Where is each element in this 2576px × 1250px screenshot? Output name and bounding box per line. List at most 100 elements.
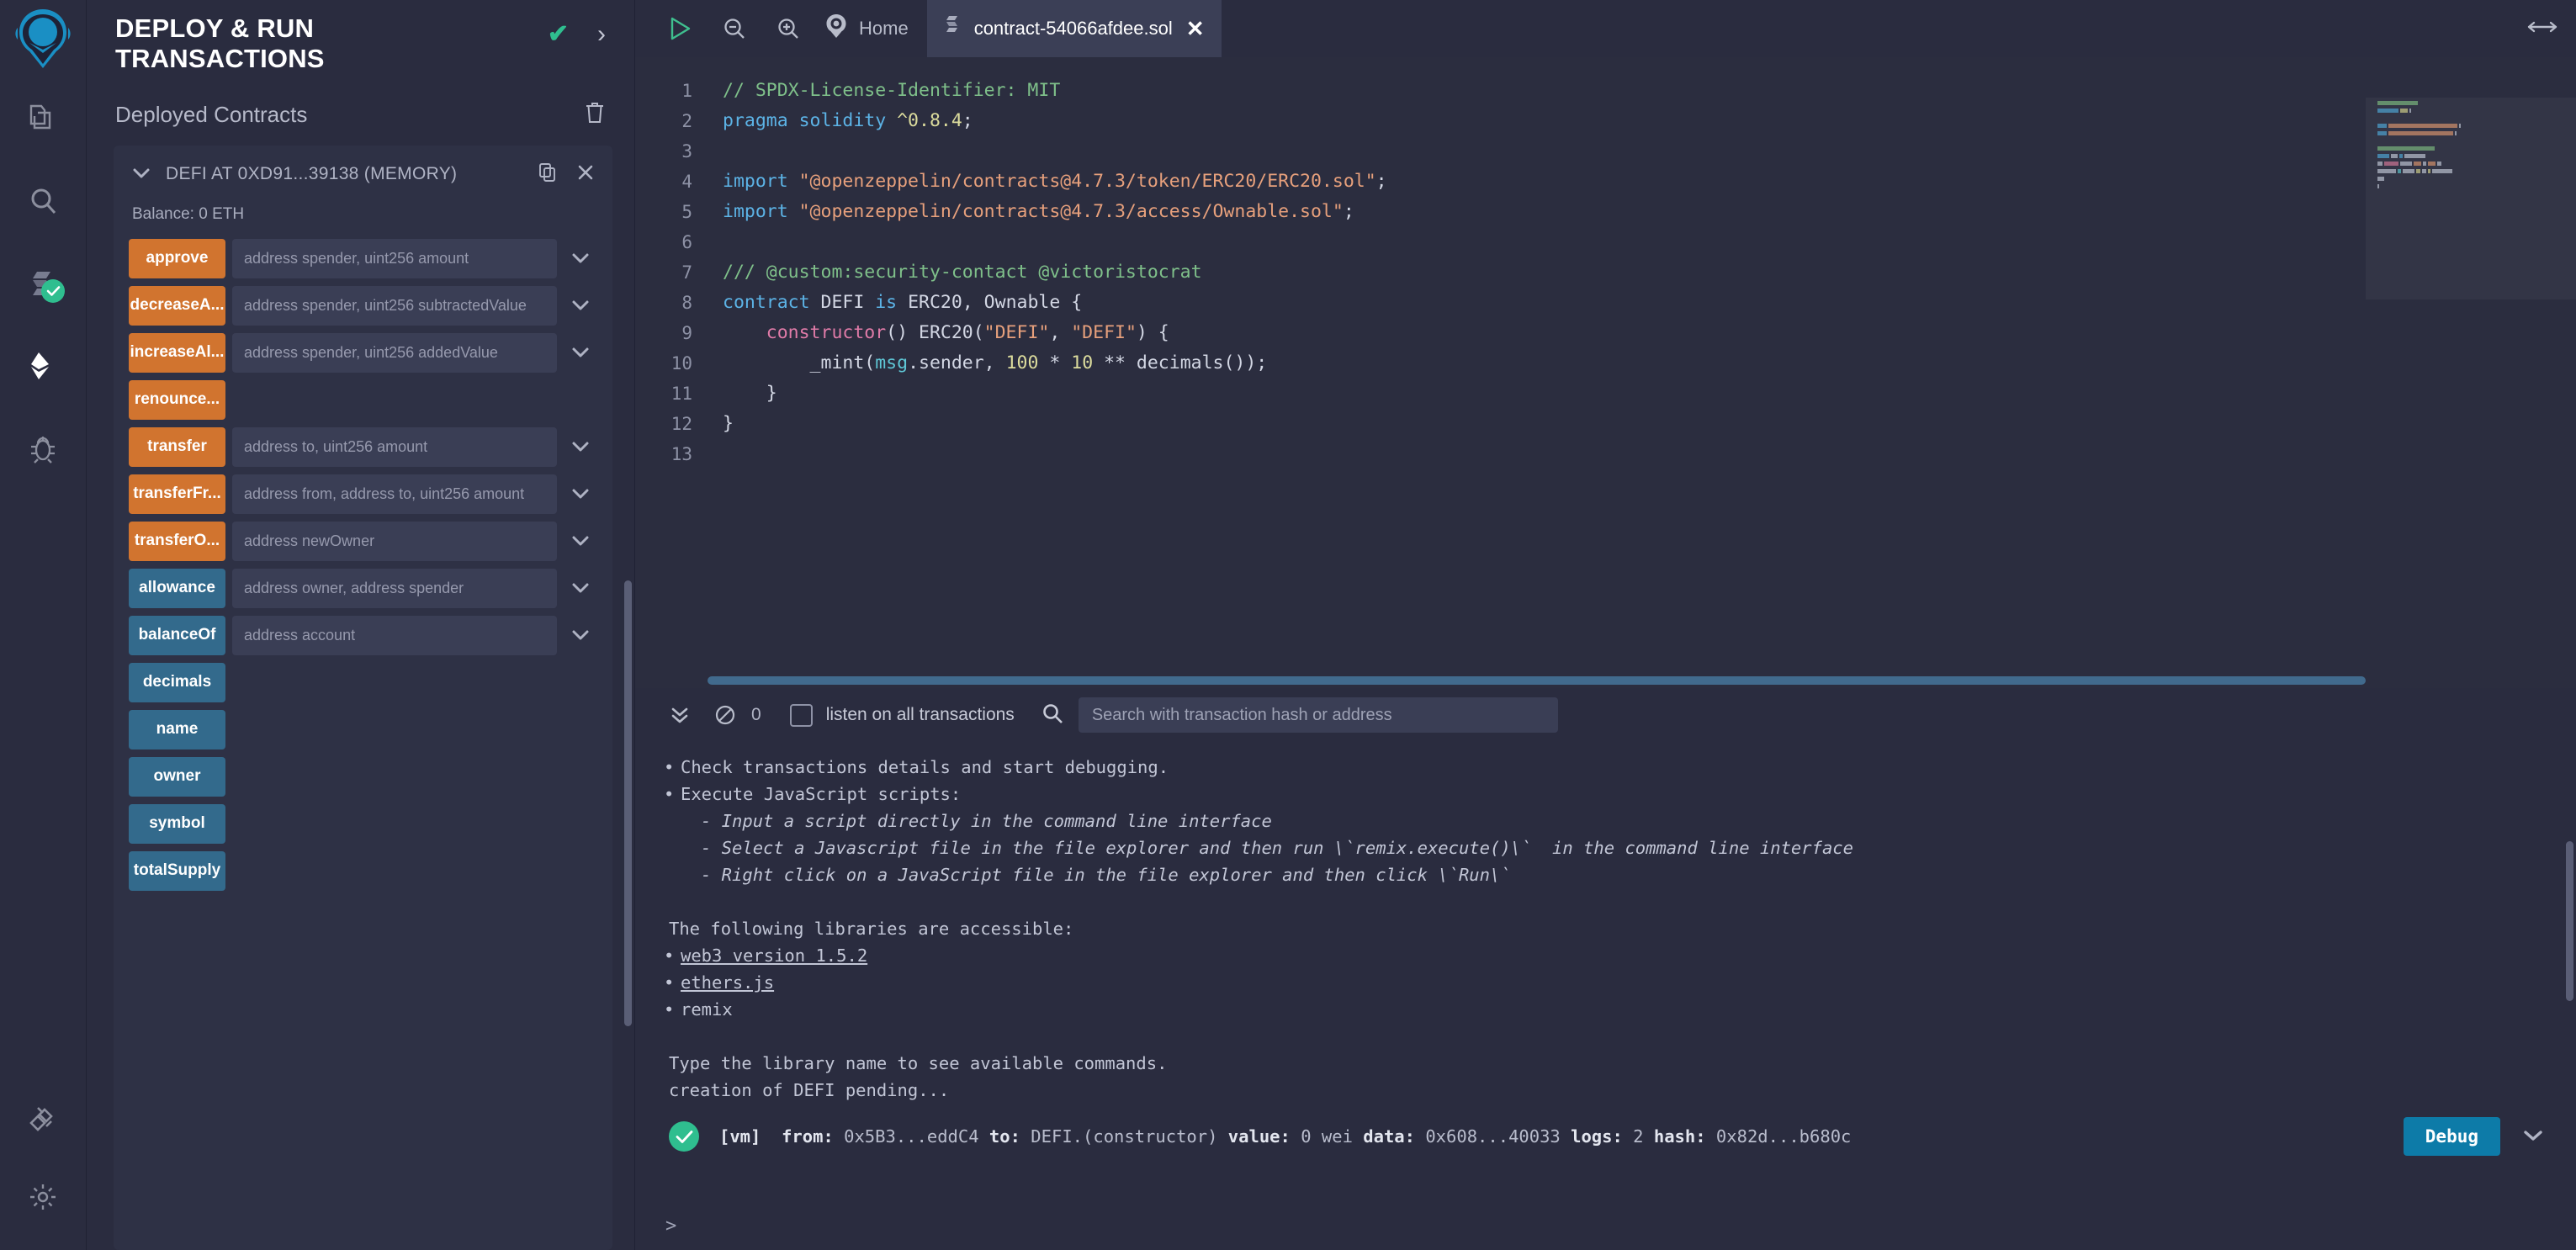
transaction-search-input[interactable]	[1078, 697, 1558, 733]
line-number: 2	[681, 111, 692, 131]
terminal-log: Check transactions details and start deb…	[635, 742, 2576, 1201]
function-args-input[interactable]	[232, 332, 557, 373]
function-button-name[interactable]: name	[129, 709, 225, 749]
function-button-allowance[interactable]: allowance	[129, 568, 225, 608]
panel-collapse-chevron-icon[interactable]: ›	[597, 22, 606, 47]
transaction-summary[interactable]: [vm] from: 0x5B3...eddC4 to: DEFI.(const…	[699, 1123, 1851, 1150]
contract-function-row: transferFr...	[129, 474, 597, 514]
function-button-approve[interactable]: approve	[129, 238, 225, 278]
function-args-input[interactable]	[232, 568, 557, 608]
section-title: Deployed Contracts	[115, 101, 308, 127]
search-icon[interactable]	[1042, 702, 1063, 728]
search-icon[interactable]	[18, 177, 68, 225]
editor-horizontal-scrollbar[interactable]	[708, 676, 2366, 685]
line-number: 12	[671, 414, 692, 434]
panel-scrollbar[interactable]	[624, 580, 632, 1026]
deployed-contracts-header: Deployed Contracts	[87, 81, 634, 140]
function-button-decimals[interactable]: decimals	[129, 662, 225, 702]
function-args-spacer	[232, 757, 557, 797]
deploy-run-panel: DEPLOY & RUN TRANSACTIONS ✔ › Deployed C…	[87, 0, 635, 1250]
chevron-down-icon[interactable]	[132, 166, 151, 183]
copy-icon[interactable]	[538, 162, 557, 187]
contract-function-row: symbol	[129, 803, 597, 844]
tab-contract-file[interactable]: contract-54066afdee.sol ✕	[926, 0, 1222, 57]
function-button-balanceof[interactable]: balanceOf	[129, 615, 225, 655]
minimap-slider[interactable]	[2366, 98, 2576, 299]
function-button-decreasea[interactable]: decreaseA...	[129, 285, 225, 326]
double-chevron-down-icon[interactable]	[657, 704, 702, 726]
function-args-input[interactable]	[232, 474, 557, 514]
horizontal-resize-icon[interactable]	[2527, 19, 2576, 40]
function-args-input[interactable]	[232, 285, 557, 326]
code-line: contract DEFI is ERC20, Ownable {	[723, 292, 1083, 313]
contract-card-header[interactable]: DEFI AT 0XD91...39138 (MEMORY)	[129, 161, 597, 192]
line-number: 7	[681, 262, 692, 283]
editor-minimap[interactable]	[2366, 57, 2576, 688]
contract-card-actions	[538, 162, 594, 187]
page-title: DEPLOY & RUN TRANSACTIONS	[115, 13, 325, 73]
contract-function-row: decimals	[129, 662, 597, 702]
chevron-down-icon[interactable]	[564, 474, 597, 514]
terminal-log-link[interactable]: ethers.js	[635, 969, 2576, 996]
chevron-down-icon[interactable]	[564, 616, 597, 655]
file-explorer-icon[interactable]	[18, 94, 68, 143]
clear-console-icon[interactable]	[702, 704, 748, 726]
function-button-symbol[interactable]: symbol	[129, 803, 225, 844]
function-button-transfero[interactable]: transferO...	[129, 521, 225, 561]
function-button-renounce[interactable]: renounce...	[129, 379, 225, 420]
close-icon[interactable]: ✕	[1186, 16, 1205, 42]
function-button-owner[interactable]: owner	[129, 756, 225, 797]
trash-icon[interactable]	[584, 101, 606, 129]
contract-function-row: name	[129, 709, 597, 749]
contract-balance: Balance: 0 ETH	[132, 204, 245, 223]
deploy-run-icon[interactable]	[18, 342, 68, 390]
run-play-icon[interactable]	[654, 0, 708, 57]
line-number: 6	[681, 232, 692, 252]
chevron-down-icon[interactable]	[564, 286, 597, 326]
function-args-input[interactable]	[232, 521, 557, 561]
compiler-success-badge	[41, 279, 65, 303]
function-button-transfer[interactable]: transfer	[129, 426, 225, 467]
deployed-contract-card: DEFI AT 0XD91...39138 (MEMORY) Balance: …	[114, 145, 612, 1250]
line-number: 4	[681, 172, 692, 192]
settings-gear-icon[interactable]	[18, 1173, 68, 1221]
solidity-compiler-icon[interactable]	[18, 259, 68, 308]
chevron-down-icon[interactable]	[564, 569, 597, 608]
close-icon[interactable]	[577, 164, 594, 185]
debug-button[interactable]: Debug	[2403, 1117, 2500, 1156]
chevron-down-icon[interactable]	[564, 522, 597, 561]
function-args-spacer	[232, 710, 557, 749]
code-content[interactable]: // SPDX-License-Identifier: MIT pragma so…	[708, 57, 2576, 688]
chevron-down-icon[interactable]	[564, 427, 597, 467]
function-args-input[interactable]	[232, 238, 557, 278]
function-button-increaseal[interactable]: increaseAl...	[129, 332, 225, 373]
zoom-out-icon[interactable]	[708, 0, 761, 57]
line-number: 13	[671, 444, 692, 464]
function-button-transferfr[interactable]: transferFr...	[129, 474, 225, 514]
listen-on-all-transactions-checkbox[interactable]	[789, 703, 813, 727]
chevron-down-icon[interactable]	[564, 239, 597, 278]
zoom-in-icon[interactable]	[761, 0, 815, 57]
panel-header: DEPLOY & RUN TRANSACTIONS ✔ ›	[87, 0, 634, 81]
function-args-input[interactable]	[232, 426, 557, 467]
line-number: 8	[681, 293, 692, 313]
chevron-down-icon[interactable]	[564, 333, 597, 373]
code-editor[interactable]: 1 2 3 4 5 6 7 8 9 10 11 12 13 // SPDX-License-Identi…	[635, 57, 2576, 688]
terminal-prompt[interactable]: >	[635, 1201, 2576, 1250]
code-line: /// @custom:security-contact @victoristo…	[723, 262, 1202, 283]
contract-function-row: transferO...	[129, 521, 597, 561]
editor-tabbar: Home contract-54066afdee.sol ✕	[635, 0, 2576, 57]
plugin-manager-icon[interactable]	[18, 1094, 68, 1142]
terminal-log-line: Execute JavaScript scripts:	[635, 781, 2576, 808]
terminal-log-line: The following libraries are accessible:	[669, 919, 1074, 939]
chevron-down-icon[interactable]	[2522, 1123, 2544, 1150]
tab-home-label: Home	[859, 18, 909, 39]
tab-home[interactable]: Home	[815, 0, 927, 57]
function-button-totalsupply[interactable]: totalSupply	[129, 850, 225, 891]
remix-home-icon	[825, 13, 847, 44]
terminal-scrollbar[interactable]	[2566, 841, 2573, 1001]
debugger-icon[interactable]	[18, 424, 68, 473]
function-args-input[interactable]	[232, 615, 557, 655]
terminal-log-link[interactable]: web3 version 1.5.2	[635, 942, 2576, 969]
